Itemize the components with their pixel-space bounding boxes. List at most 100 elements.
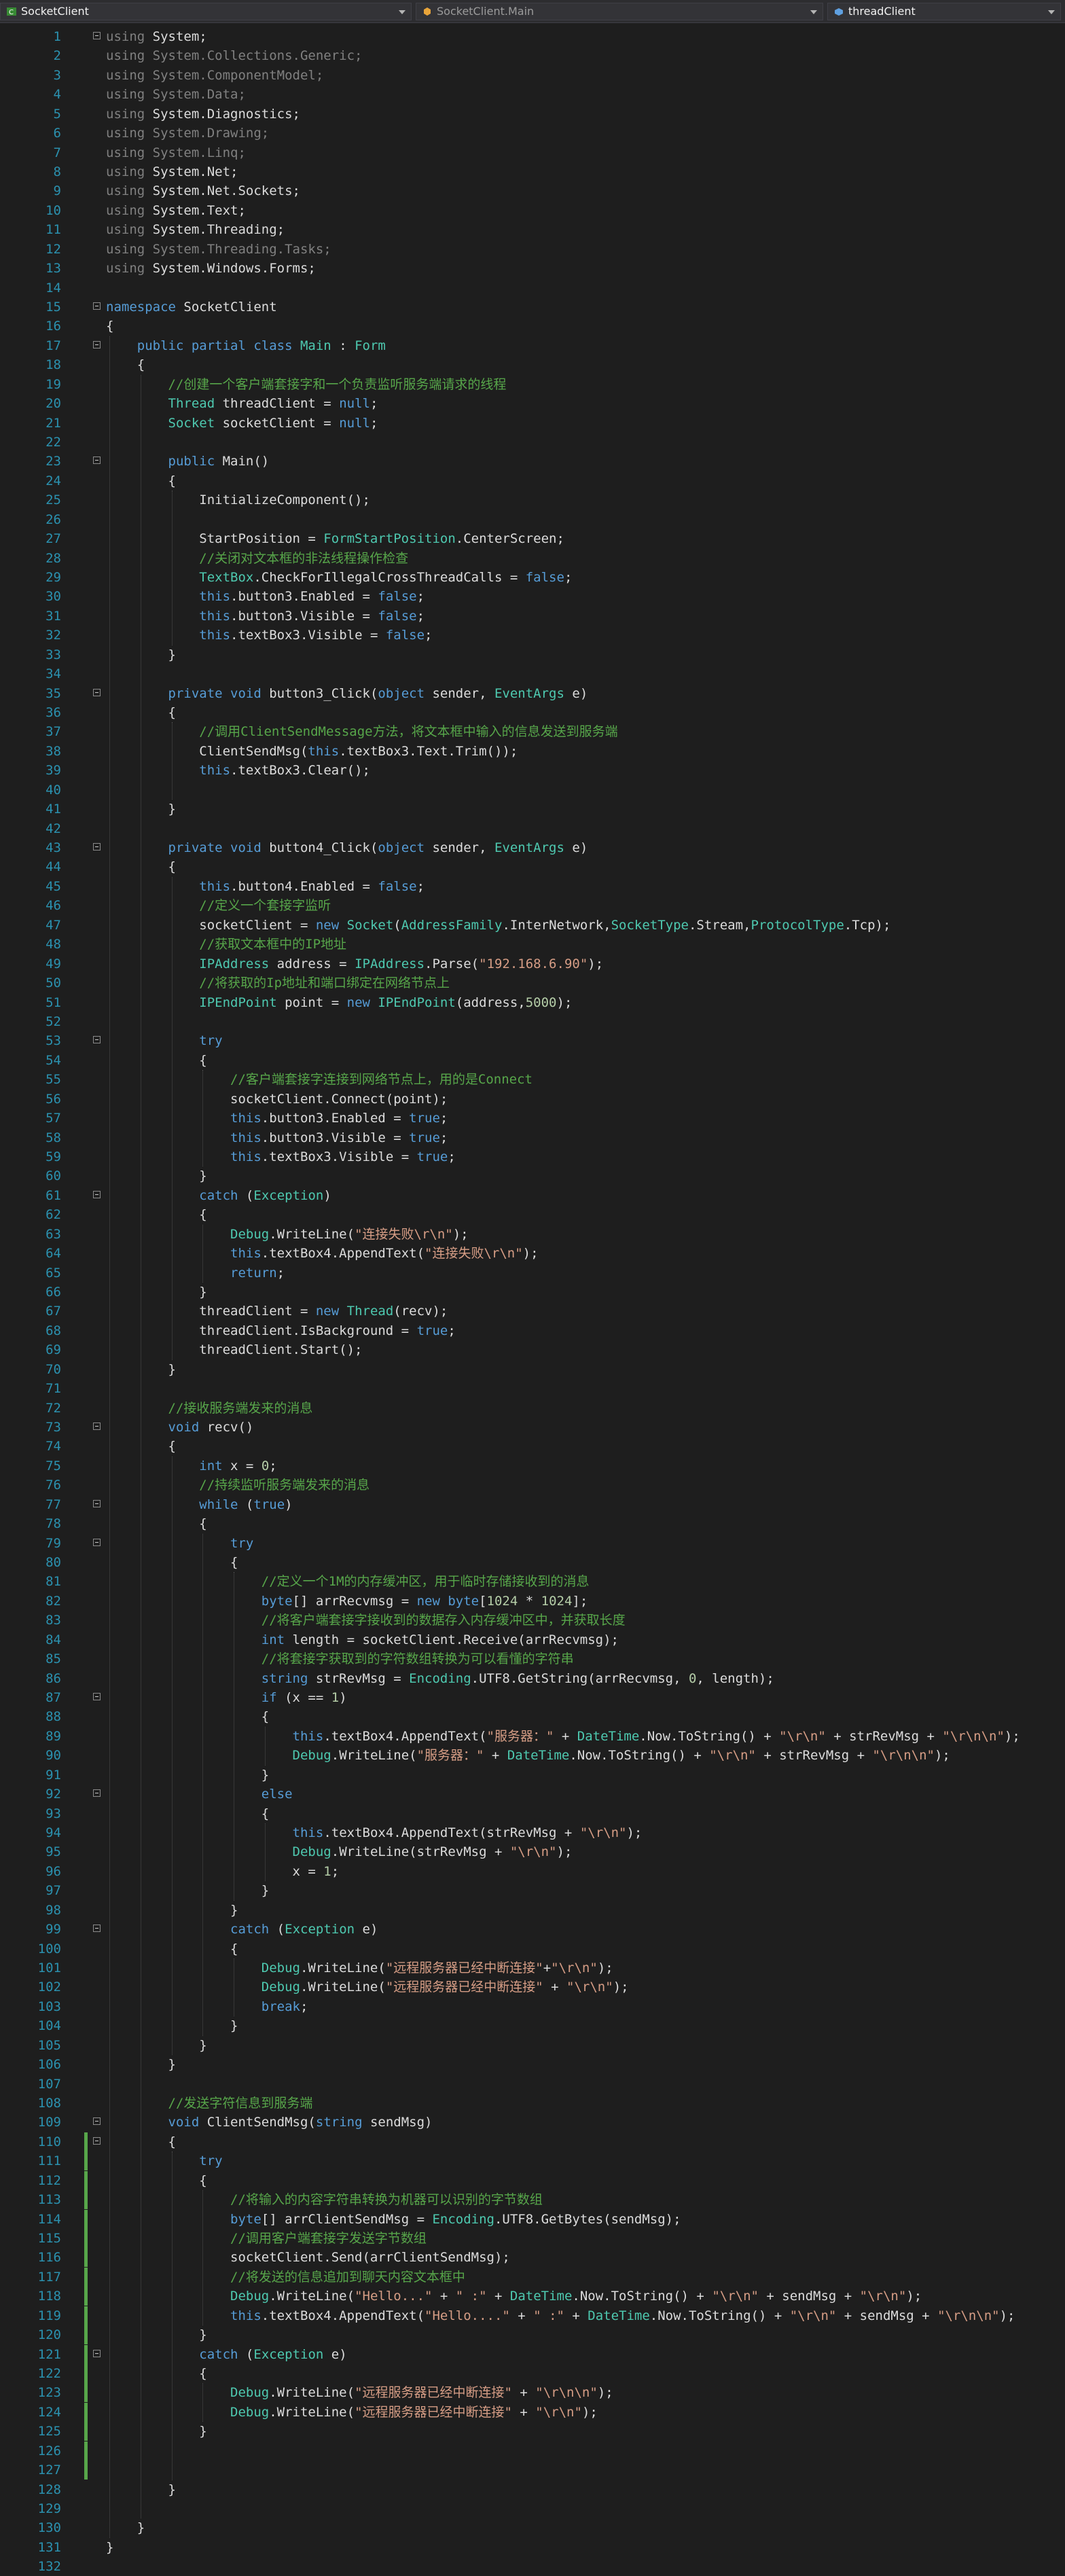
code-line[interactable]: 70 } (0, 1360, 1065, 1379)
collapse-toggle-icon[interactable] (93, 1422, 101, 1430)
code-line[interactable]: 37 //调用ClientSendMessage方法，将文本框中输入的信息发送到… (0, 722, 1065, 741)
code-line[interactable]: 76 //持续监听服务端发来的消息 (0, 1475, 1065, 1495)
code-line[interactable]: 46 //定义一个套接字监听 (0, 896, 1065, 915)
code-line[interactable]: 31 this.button3.Visible = false; (0, 607, 1065, 626)
code-line[interactable]: 124 Debug.WriteLine("远程服务器已经中断连接" + "\r\… (0, 2402, 1065, 2422)
project-dropdown[interactable]: C SocketClient (0, 2, 412, 20)
code-line[interactable]: 15 namespace SocketClient (0, 298, 1065, 317)
code-line[interactable]: 108 //发送字符信息到服务端 (0, 2094, 1065, 2113)
code-line[interactable]: 132 (0, 2557, 1065, 2576)
code-line[interactable]: 130 } (0, 2518, 1065, 2537)
code-line[interactable]: 49 IPAddress address = IPAddress.Parse("… (0, 954, 1065, 973)
code-line[interactable]: 99 catch (Exception e) (0, 1920, 1065, 1939)
code-line[interactable]: 81 //定义一个1M的内存缓冲区，用于临时存储接收到的消息 (0, 1572, 1065, 1591)
code-line[interactable]: 26 (0, 510, 1065, 529)
code-line[interactable]: 40 (0, 781, 1065, 800)
code-line[interactable]: 45 this.button4.Enabled = false; (0, 877, 1065, 896)
code-line[interactable]: 52 (0, 1012, 1065, 1031)
code-line[interactable]: 69 threadClient.Start(); (0, 1340, 1065, 1359)
code-line[interactable]: 82 byte[] arrRecvmsg = new byte[1024 * 1… (0, 1592, 1065, 1611)
code-line[interactable]: 3 using System.ComponentModel; (0, 66, 1065, 85)
code-line[interactable]: 83 //将客户端套接字接收到的数据存入内存缓冲区中，并获取长度 (0, 1611, 1065, 1630)
code-line[interactable]: 34 (0, 664, 1065, 683)
code-line[interactable]: 54 { (0, 1051, 1065, 1070)
code-line[interactable]: 5 using System.Diagnostics; (0, 105, 1065, 124)
code-line[interactable]: 23 public Main() (0, 452, 1065, 471)
code-line[interactable]: 10 using System.Text; (0, 201, 1065, 220)
code-line[interactable]: 22 (0, 433, 1065, 452)
code-line[interactable]: 85 //将套接字获取到的字符数组转换为可以看懂的字符串 (0, 1649, 1065, 1668)
code-line[interactable]: 17 public partial class Main : Form (0, 336, 1065, 355)
code-line[interactable]: 11 using System.Threading; (0, 220, 1065, 239)
code-line[interactable]: 110 { (0, 2132, 1065, 2151)
collapse-toggle-icon[interactable] (93, 1538, 101, 1546)
code-line[interactable]: 61 catch (Exception) (0, 1186, 1065, 1205)
code-line[interactable]: 53 try (0, 1031, 1065, 1050)
code-line[interactable]: 88 { (0, 1707, 1065, 1726)
collapse-toggle-icon[interactable] (93, 1190, 101, 1198)
collapse-toggle-icon[interactable] (93, 2136, 101, 2145)
code-line[interactable]: 89 this.textBox4.AppendText("服务器：" + Dat… (0, 1727, 1065, 1746)
code-line[interactable]: 84 int length = socketClient.Receive(arr… (0, 1630, 1065, 1649)
code-line[interactable]: 12 using System.Threading.Tasks; (0, 240, 1065, 259)
collapse-toggle-icon[interactable] (93, 1925, 101, 1933)
collapse-toggle-icon[interactable] (93, 32, 101, 39)
code-line[interactable]: 90 Debug.WriteLine("服务器：" + DateTime.Now… (0, 1746, 1065, 1765)
code-line[interactable]: 29 TextBox.CheckForIllegalCrossThreadCal… (0, 568, 1065, 587)
code-line[interactable]: 18 { (0, 355, 1065, 374)
code-line[interactable]: 36 { (0, 703, 1065, 722)
code-line[interactable]: 48 //获取文本框中的IP地址 (0, 935, 1065, 954)
code-line[interactable]: 74 { (0, 1437, 1065, 1456)
code-line[interactable]: 13 using System.Windows.Forms; (0, 259, 1065, 278)
code-line[interactable]: 39 this.textBox3.Clear(); (0, 761, 1065, 780)
code-line[interactable]: 105 } (0, 2036, 1065, 2055)
code-line[interactable]: 42 (0, 819, 1065, 838)
code-line[interactable]: 63 Debug.WriteLine("连接失败\r\n"); (0, 1225, 1065, 1244)
code-line[interactable]: 93 { (0, 1804, 1065, 1823)
code-line[interactable]: 58 this.button3.Visible = true; (0, 1128, 1065, 1147)
code-line[interactable]: 38 ClientSendMsg(this.textBox3.Text.Trim… (0, 742, 1065, 761)
code-line[interactable]: 111 try (0, 2151, 1065, 2171)
code-line[interactable]: 98 } (0, 1901, 1065, 1920)
code-line[interactable]: 25 InitializeComponent(); (0, 490, 1065, 509)
collapse-toggle-icon[interactable] (93, 688, 101, 696)
code-line[interactable]: 21 Socket socketClient = null; (0, 414, 1065, 433)
code-line[interactable]: 7 using System.Linq; (0, 143, 1065, 162)
code-line[interactable]: 123 Debug.WriteLine("远程服务器已经中断连接" + "\r\… (0, 2383, 1065, 2403)
code-line[interactable]: 32 this.textBox3.Visible = false; (0, 626, 1065, 645)
code-editor[interactable]: 1 using System; 2 using System.Collections.… (0, 23, 1065, 2574)
code-line[interactable]: 103 break; (0, 1997, 1065, 2016)
code-line[interactable]: 109 void ClientSendMsg(string sendMsg) (0, 2113, 1065, 2132)
code-line[interactable]: 100 { (0, 1939, 1065, 1958)
code-line[interactable]: 66 } (0, 1283, 1065, 1302)
code-line[interactable]: 59 this.textBox3.Visible = true; (0, 1147, 1065, 1166)
code-line[interactable]: 91 } (0, 1766, 1065, 1785)
code-line[interactable]: 30 this.button3.Enabled = false; (0, 587, 1065, 606)
code-line[interactable]: 87 if (x == 1) (0, 1688, 1065, 1707)
collapse-toggle-icon[interactable] (93, 340, 101, 348)
code-line[interactable]: 68 threadClient.IsBackground = true; (0, 1321, 1065, 1340)
code-line[interactable]: 95 Debug.WriteLine(strRevMsg + "\r\n"); (0, 1842, 1065, 1861)
code-line[interactable]: 19 //创建一个客户端套接字和一个负责监听服务端请求的线程 (0, 375, 1065, 394)
code-line[interactable]: 72 //接收服务端发来的消息 (0, 1399, 1065, 1418)
code-line[interactable]: 78 { (0, 1514, 1065, 1533)
collapse-toggle-icon[interactable] (93, 1499, 101, 1507)
code-line[interactable]: 116 socketClient.Send(arrClientSendMsg); (0, 2248, 1065, 2268)
code-line[interactable]: 44 { (0, 857, 1065, 876)
collapse-toggle-icon[interactable] (93, 2349, 101, 2357)
code-line[interactable]: 96 x = 1; (0, 1862, 1065, 1881)
code-line[interactable]: 118 Debug.WriteLine("Hello..." + " :" + … (0, 2287, 1065, 2306)
member-dropdown[interactable]: threadClient (827, 2, 1061, 20)
code-line[interactable]: 121 catch (Exception e) (0, 2344, 1065, 2364)
code-line[interactable]: 43 private void button4_Click(object sen… (0, 838, 1065, 857)
code-line[interactable]: 16 { (0, 317, 1065, 336)
code-line[interactable]: 56 socketClient.Connect(point); (0, 1090, 1065, 1109)
code-line[interactable]: 64 this.textBox4.AppendText("连接失败\r\n"); (0, 1244, 1065, 1263)
code-line[interactable]: 35 private void button3_Click(object sen… (0, 684, 1065, 703)
code-line[interactable]: 75 int x = 0; (0, 1456, 1065, 1475)
code-line[interactable]: 86 string strRevMsg = Encoding.UTF8.GetS… (0, 1669, 1065, 1688)
code-line[interactable]: 129 (0, 2499, 1065, 2518)
code-line[interactable]: 33 } (0, 645, 1065, 664)
type-dropdown[interactable]: SocketClient.Main (416, 2, 823, 20)
code-line[interactable]: 112 { (0, 2170, 1065, 2190)
